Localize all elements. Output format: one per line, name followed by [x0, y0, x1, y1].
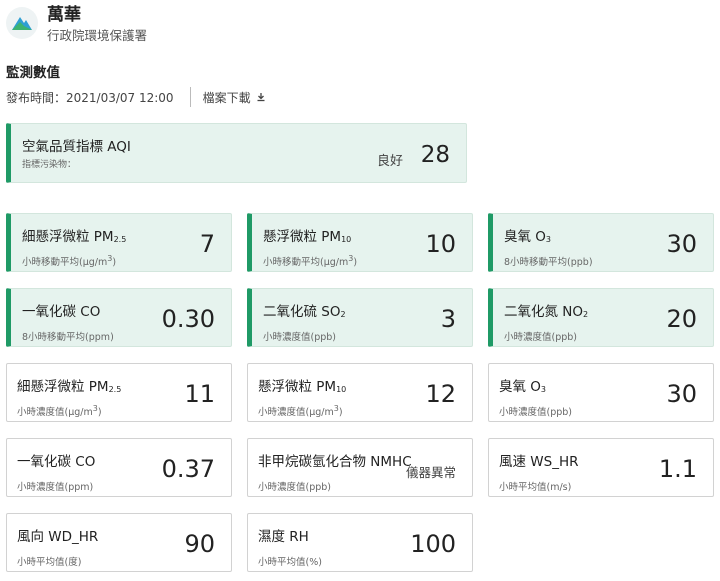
divider [189, 87, 191, 107]
card-value: 30 [666, 380, 697, 408]
publish-time: 發布時間：2021/03/07 12:00 [6, 90, 174, 105]
card-desc: 小時濃度值(ppb) [499, 407, 573, 418]
card-value: 90 [184, 530, 215, 558]
card-desc: 小時濃度值(ppm) [17, 482, 94, 493]
aqi-value: 28 [420, 142, 450, 168]
card-value: 10 [425, 230, 456, 258]
card-desc: 小時平均值(%) [258, 557, 322, 568]
card-title: 二氧化氮 NO2 [504, 304, 589, 320]
agency-name: 行政院環境保護署 [47, 28, 148, 43]
o3-hourly-card: 臭氧 O3 小時濃度值(ppb) 30 [488, 363, 714, 422]
card-title: 二氧化硫 SO2 [263, 304, 346, 320]
card-title: 濕度 RH [258, 529, 309, 545]
card-desc: 小時平均值(度) [17, 557, 82, 568]
site-header: 萬華 行政院環境保護署 [6, 4, 147, 45]
card-desc: 小時移動平均(μg/m3) [263, 254, 358, 268]
card-desc: 小時移動平均(μg/m3) [22, 254, 117, 268]
pm25-avg-card: 細懸浮微粒 PM2.5 小時移動平均(μg/m3) 7 [6, 213, 232, 272]
no2-card: 二氧化氮 NO2 小時濃度值(ppb) 20 [488, 288, 714, 347]
card-title: 懸浮微粒 PM10 [263, 229, 352, 245]
aqi-card: 空氣品質指標 AQI 指標污染物： 良好 28 [6, 123, 467, 183]
card-desc: 小時濃度值(ppb) [504, 332, 578, 343]
card-title: 臭氧 O3 [499, 379, 547, 395]
site-name: 萬華 [47, 5, 81, 25]
wd-card: 風向 WD_HR 小時平均值(度) 90 [6, 513, 232, 572]
card-title: 風向 WD_HR [17, 529, 99, 545]
card-value: 1.1 [658, 455, 697, 483]
card-desc: 8小時移動平均(ppm) [22, 332, 114, 343]
card-title: 懸浮微粒 PM10 [258, 379, 347, 395]
ws-card: 風速 WS_HR 小時平均值(m/s) 1.1 [488, 438, 714, 497]
aqi-title: 空氣品質指標 AQI [22, 139, 131, 155]
so2-card: 二氧化硫 SO2 小時濃度值(ppb) 3 [247, 288, 473, 347]
card-title: 一氧化碳 CO [22, 304, 101, 320]
meta-bar: 發布時間：2021/03/07 12:00 檔案下載 [6, 86, 266, 108]
aqi-status: 良好 [376, 154, 403, 169]
card-value: 0.37 [161, 455, 215, 483]
card-desc: 小時濃度值(ppb) [258, 482, 332, 493]
card-title: 細懸浮微粒 PM2.5 [17, 379, 122, 395]
download-icon [257, 93, 265, 102]
rh-card: 濕度 RH 小時平均值(%) 100 [247, 513, 473, 572]
pm10-hourly-card: 懸浮微粒 PM10 小時濃度值(μg/m3) 12 [247, 363, 473, 422]
card-title: 細懸浮微粒 PM2.5 [22, 229, 127, 245]
co-hourly-card: 一氧化碳 CO 小時濃度值(ppm) 0.37 [6, 438, 232, 497]
card-title: 臭氧 O3 [504, 229, 552, 245]
card-value: 30 [666, 230, 697, 258]
card-title: 一氧化碳 CO [17, 454, 96, 470]
download-label: 檔案下載 [202, 90, 251, 105]
card-desc: 8小時移動平均(ppb) [504, 257, 593, 268]
mountain-logo-icon [6, 7, 38, 39]
card-value: 3 [440, 305, 456, 333]
card-value: 0.30 [161, 305, 215, 333]
co-8hr-card: 一氧化碳 CO 8小時移動平均(ppm) 0.30 [6, 288, 232, 347]
o3-8hr-card: 臭氧 O3 8小時移動平均(ppb) 30 [488, 213, 714, 272]
pm25-hourly-card: 細懸浮微粒 PM2.5 小時濃度值(μg/m3) 11 [6, 363, 232, 422]
card-value: 7 [199, 230, 215, 258]
card-title: 非甲烷碳氫化合物 NMHC [258, 454, 412, 470]
card-desc: 小時濃度值(μg/m3) [258, 404, 343, 418]
card-value: 12 [425, 380, 456, 408]
card-value: 20 [666, 305, 697, 333]
card-value: 100 [410, 530, 456, 558]
card-desc: 小時濃度值(ppb) [263, 332, 337, 343]
card-status: 儀器異常 [405, 465, 456, 480]
card-desc: 小時平均值(m/s) [499, 482, 572, 493]
nmhc-card: 非甲烷碳氫化合物 NMHC 小時濃度值(ppb) 儀器異常 [247, 438, 473, 497]
section-title: 監測數值 [6, 65, 60, 81]
pm10-avg-card: 懸浮微粒 PM10 小時移動平均(μg/m3) 10 [247, 213, 473, 272]
card-value: 11 [184, 380, 215, 408]
card-desc: 小時濃度值(μg/m3) [17, 404, 102, 418]
aqi-subtitle: 指標污染物： [22, 160, 77, 170]
card-title: 風速 WS_HR [499, 454, 579, 470]
download-link[interactable]: 檔案下載 [203, 89, 266, 106]
